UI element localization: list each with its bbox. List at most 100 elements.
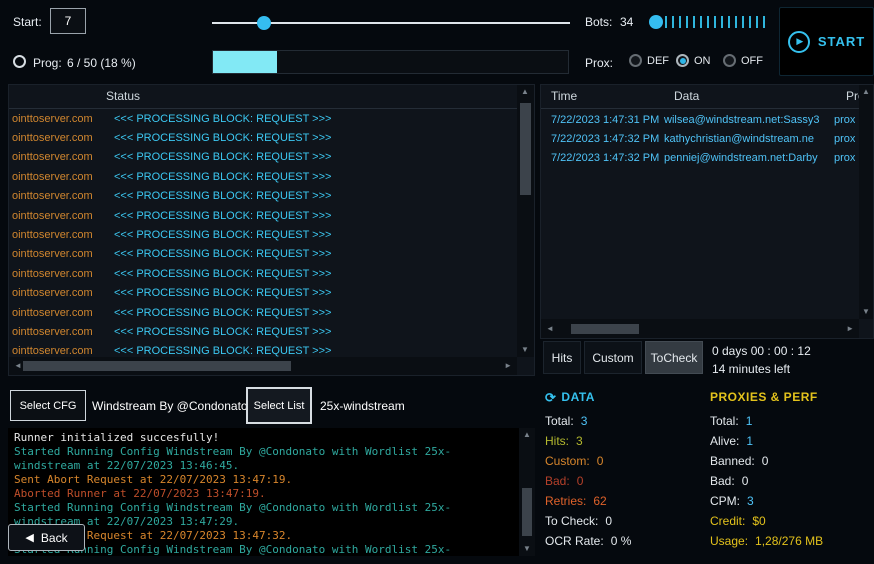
row-source: ointtoserver.com bbox=[9, 287, 105, 299]
scroll-right-icon[interactable]: ► bbox=[504, 362, 512, 370]
row-source: ointtoserver.com bbox=[9, 210, 105, 222]
table-row[interactable]: ointtoserver.com <<< PROCESSING BLOCK: R… bbox=[9, 225, 517, 244]
hits-horizontal-scrollbar[interactable]: ◄ ► bbox=[541, 319, 859, 338]
stat-value: 0 bbox=[762, 454, 769, 468]
scroll-up-icon[interactable]: ▲ bbox=[862, 88, 870, 96]
table-row[interactable]: ointtoserver.com <<< PROCESSING BLOCK: R… bbox=[9, 342, 517, 357]
stat-label: Hits: bbox=[545, 434, 569, 448]
log-line: Sent Abort Request at 22/07/2023 13:47:1… bbox=[14, 473, 518, 487]
stat-row: Total: 3 bbox=[545, 411, 705, 431]
bots-slider[interactable] bbox=[646, 11, 768, 33]
table-row[interactable]: ointtoserver.com <<< PROCESSING BLOCK: R… bbox=[9, 128, 517, 147]
tab-hits[interactable]: Hits bbox=[543, 341, 581, 374]
prox-radio-on[interactable]: ON bbox=[676, 54, 711, 67]
tab-tocheck[interactable]: ToCheck bbox=[645, 341, 703, 374]
table-row[interactable]: 7/22/2023 1:47:32 PM kathychristian@wind… bbox=[541, 129, 859, 148]
row-status: <<< PROCESSING BLOCK: REQUEST >>> bbox=[105, 248, 331, 260]
table-row[interactable]: ointtoserver.com <<< PROCESSING BLOCK: R… bbox=[9, 109, 517, 128]
slider-ticks bbox=[658, 16, 768, 28]
table-row[interactable]: ointtoserver.com <<< PROCESSING BLOCK: R… bbox=[9, 187, 517, 206]
progress-bar bbox=[212, 50, 569, 74]
table-row[interactable]: ointtoserver.com <<< PROCESSING BLOCK: R… bbox=[9, 167, 517, 186]
elapsed-time: 0 days 00 : 00 : 12 bbox=[712, 344, 811, 358]
prog-label: Prog: bbox=[33, 56, 62, 70]
scrollbar-thumb[interactable] bbox=[522, 488, 532, 536]
row-source: ointtoserver.com bbox=[9, 132, 105, 144]
proxies-stats-title: PROXIES & PERF bbox=[710, 390, 818, 404]
scroll-up-icon[interactable]: ▲ bbox=[523, 431, 531, 439]
prox-radio-off[interactable]: OFF bbox=[723, 54, 763, 67]
slider-thumb[interactable] bbox=[257, 16, 271, 30]
data-stats-title: DATA bbox=[561, 390, 595, 404]
stat-label: Bad: bbox=[710, 474, 735, 488]
scroll-left-icon[interactable]: ◄ bbox=[14, 362, 22, 370]
start-button-label: START bbox=[818, 34, 865, 49]
tab-custom[interactable]: Custom bbox=[584, 341, 642, 374]
hits-panel-header: Time Data Prox bbox=[541, 85, 873, 109]
log-line: windstream at 22/07/2023 13:46:45. bbox=[14, 459, 518, 473]
proxies-stats-header: PROXIES & PERF bbox=[710, 390, 874, 404]
table-row[interactable]: ointtoserver.com <<< PROCESSING BLOCK: R… bbox=[9, 284, 517, 303]
table-row[interactable]: ointtoserver.com <<< PROCESSING BLOCK: R… bbox=[9, 245, 517, 264]
log-output: Runner initialized succesfully!Started R… bbox=[14, 431, 518, 556]
scroll-right-icon[interactable]: ► bbox=[846, 325, 854, 333]
stat-label: Retries: bbox=[545, 494, 586, 508]
stat-value: 0 bbox=[742, 474, 749, 488]
select-list-button[interactable]: Select List bbox=[246, 387, 312, 424]
status-horizontal-scrollbar[interactable]: ◄ ► bbox=[9, 357, 517, 375]
table-row[interactable]: ointtoserver.com <<< PROCESSING BLOCK: R… bbox=[9, 322, 517, 341]
row-source: ointtoserver.com bbox=[9, 151, 105, 163]
stat-row: Alive: 1 bbox=[710, 431, 874, 451]
prox-label: Prox: bbox=[585, 56, 613, 70]
table-row[interactable]: ointtoserver.com <<< PROCESSING BLOCK: R… bbox=[9, 264, 517, 283]
back-button[interactable]: ◀ Back bbox=[8, 524, 85, 551]
row-source: ointtoserver.com bbox=[9, 248, 105, 260]
prox-radio-def[interactable]: DEF bbox=[629, 54, 669, 67]
back-button-label: Back bbox=[41, 531, 68, 545]
row-time: 7/22/2023 1:47:31 PM bbox=[541, 114, 664, 126]
stat-row: Retries: 62 bbox=[545, 491, 705, 511]
stat-row: To Check: 0 bbox=[545, 511, 705, 531]
stat-value: 3 bbox=[747, 494, 754, 508]
proxies-stats-list: Total: 1 Alive: 1 Banned: 0 Bad: 0 CPM: … bbox=[710, 411, 874, 551]
data-stats-list: Total: 3 Hits: 3 Custom: 0 Bad: 0 Retrie… bbox=[545, 411, 705, 551]
data-stats-section: ⟳ DATA Total: 3 Hits: 3 Custom: 0 Bad: 0… bbox=[545, 390, 705, 551]
scrollbar-thumb[interactable] bbox=[23, 361, 291, 371]
log-vertical-scrollbar[interactable]: ▲ ▼ bbox=[519, 428, 535, 556]
select-cfg-button[interactable]: Select CFG bbox=[10, 390, 86, 421]
stat-label: CPM: bbox=[710, 494, 740, 508]
hits-vertical-scrollbar[interactable]: ▲ ▼ bbox=[859, 85, 873, 319]
scroll-left-icon[interactable]: ◄ bbox=[546, 325, 554, 333]
scroll-down-icon[interactable]: ▼ bbox=[523, 545, 531, 553]
table-row[interactable]: 7/22/2023 1:47:31 PM wilsea@windstream.n… bbox=[541, 110, 859, 129]
progress-radio[interactable] bbox=[13, 55, 26, 68]
stat-label: Usage: bbox=[710, 534, 748, 548]
table-row[interactable]: ointtoserver.com <<< PROCESSING BLOCK: R… bbox=[9, 303, 517, 322]
row-status: <<< PROCESSING BLOCK: REQUEST >>> bbox=[105, 132, 331, 144]
status-panel: Status ointtoserver.com <<< PROCESSING B… bbox=[8, 84, 535, 376]
start-threads-input[interactable] bbox=[50, 8, 86, 34]
scroll-down-icon[interactable]: ▼ bbox=[862, 308, 870, 316]
table-row[interactable]: ointtoserver.com <<< PROCESSING BLOCK: R… bbox=[9, 148, 517, 167]
scroll-down-icon[interactable]: ▼ bbox=[521, 346, 529, 354]
refresh-icon: ⟳ bbox=[545, 391, 556, 404]
status-vertical-scrollbar[interactable]: ▲ ▼ bbox=[517, 85, 534, 357]
row-source: ointtoserver.com bbox=[9, 326, 105, 338]
start-button[interactable]: ▶ START bbox=[779, 7, 874, 76]
stat-row: Bad: 0 bbox=[545, 471, 705, 491]
data-column-header: Data bbox=[674, 89, 699, 103]
scrollbar-thumb[interactable] bbox=[520, 103, 531, 195]
radio-label: ON bbox=[694, 55, 711, 67]
scrollbar-thumb[interactable] bbox=[571, 324, 639, 334]
table-row[interactable]: 7/22/2023 1:47:32 PM penniej@windstream.… bbox=[541, 149, 859, 168]
stat-label: Custom: bbox=[545, 454, 590, 468]
row-status: <<< PROCESSING BLOCK: REQUEST >>> bbox=[105, 229, 331, 241]
log-line: Started Running Config Windstream By @Co… bbox=[14, 445, 518, 459]
log-line: Aborted Runner at 22/07/2023 13:47:19. bbox=[14, 487, 518, 501]
bots-label: Bots: bbox=[585, 15, 612, 29]
scroll-up-icon[interactable]: ▲ bbox=[521, 88, 529, 96]
row-data: wilsea@windstream.net:Sassy3 bbox=[664, 114, 834, 126]
table-row[interactable]: ointtoserver.com <<< PROCESSING BLOCK: R… bbox=[9, 206, 517, 225]
bots-slider-thumb[interactable] bbox=[649, 15, 663, 29]
threads-slider[interactable] bbox=[212, 16, 570, 30]
